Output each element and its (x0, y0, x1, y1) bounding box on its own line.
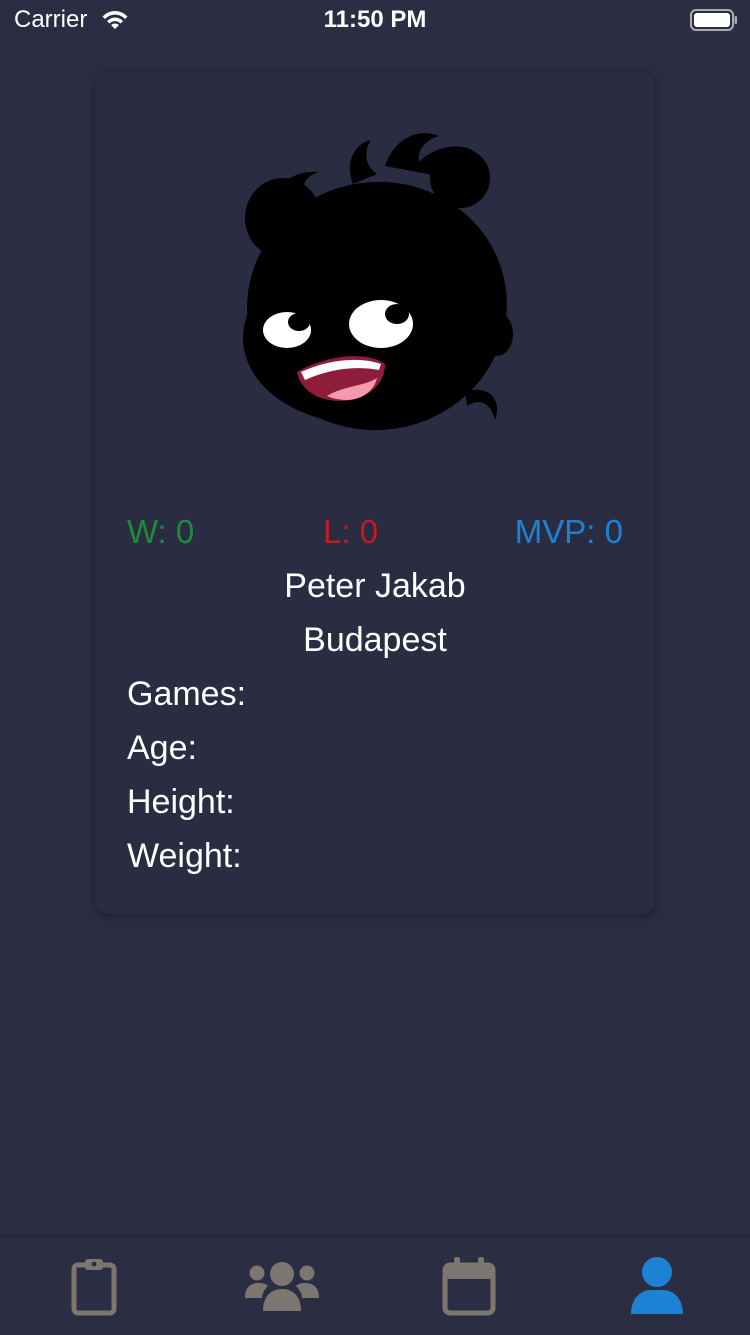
age-label: Age: (127, 729, 197, 767)
height-label: Height: (127, 783, 235, 821)
tab-clipboard[interactable] (0, 1237, 187, 1335)
users-icon (244, 1262, 319, 1311)
wins-stat: W: 0 (127, 513, 195, 550)
profile-card: W: 0 L: 0 MVP: 0 Peter Jakab Budapest Ga… (95, 72, 655, 914)
avatar (243, 133, 513, 431)
tab-bar (0, 1236, 750, 1335)
weight-label: Weight: (127, 837, 242, 875)
battery-full-icon (690, 9, 737, 31)
stats-row: W: 0 L: 0 MVP: 0 (127, 510, 623, 554)
losses-stat: L: 0 (323, 513, 379, 550)
user-icon (630, 1257, 683, 1314)
calendar-icon (442, 1257, 495, 1316)
status-bar: Carrier 11:50 PM (0, 0, 750, 40)
clipboard-icon (71, 1259, 116, 1316)
tab-team[interactable] (188, 1237, 375, 1335)
status-time: 11:50 PM (323, 6, 427, 33)
games-label: Games: (127, 675, 247, 713)
tab-profile[interactable] (563, 1237, 750, 1335)
tab-calendar[interactable] (375, 1237, 562, 1335)
player-name: Peter Jakab (284, 567, 466, 605)
cartoon-face-avatar-icon (243, 133, 513, 431)
mvp-stat: MVP: 0 (514, 513, 623, 550)
player-city: Budapest (303, 621, 447, 659)
